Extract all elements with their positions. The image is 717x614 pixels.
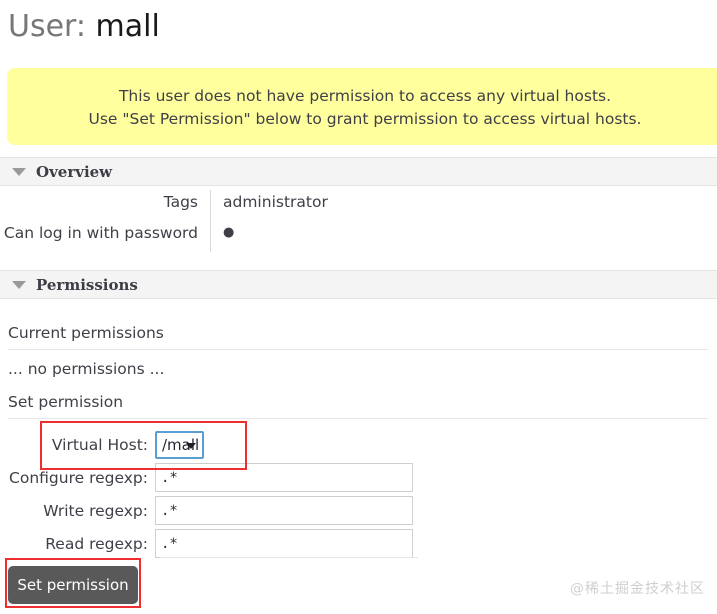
field-row-virtual-host: Virtual Host: /mall: [0, 428, 430, 461]
configure-regexp-input[interactable]: [155, 463, 413, 492]
no-permissions-text: ... no permissions ...: [8, 360, 165, 378]
section-header-overview[interactable]: Overview: [0, 157, 717, 186]
page-title-value: mall: [95, 9, 160, 44]
configure-regexp-label: Configure regexp:: [9, 468, 148, 487]
read-regexp-label: Read regexp:: [45, 534, 148, 553]
section-title-overview: Overview: [36, 162, 113, 181]
overview-key-can-log-in: Can log in with password: [3, 224, 198, 242]
form-bottom-divider: [160, 557, 418, 558]
virtual-host-select-wrap[interactable]: /mall: [155, 430, 204, 459]
page-title-prefix: User:: [8, 9, 86, 44]
chevron-down-icon[interactable]: [12, 167, 26, 176]
field-row-write-regexp: Write regexp:: [0, 494, 430, 527]
page-title: User: mall: [8, 8, 160, 46]
watermark: @稀土掘金技术社区: [570, 581, 705, 597]
section-header-permissions[interactable]: Permissions: [0, 270, 717, 299]
field-row-configure-regexp: Configure regexp:: [0, 461, 430, 494]
write-regexp-input[interactable]: [155, 496, 413, 525]
warning-banner: This user does not have permission to ac…: [7, 68, 717, 145]
field-row-read-regexp: Read regexp:: [0, 527, 430, 560]
warning-line-2: Use "Set Permission" below to grant perm…: [88, 110, 642, 128]
section-title-permissions: Permissions: [36, 275, 138, 294]
read-regexp-input[interactable]: [155, 529, 413, 558]
set-permission-form: Virtual Host: /mall Configure regexp: Wr…: [0, 428, 430, 560]
overview-row-tags: Tags administrator: [0, 190, 460, 221]
overview-key-tags: Tags: [163, 193, 198, 211]
overview-key-value-list: Tags administrator Can log in with passw…: [0, 190, 460, 252]
overview-value-can-log-in: ●: [210, 221, 234, 252]
chevron-down-icon[interactable]: [12, 280, 26, 289]
virtual-host-label: Virtual Host:: [51, 435, 148, 454]
virtual-host-select[interactable]: /mall: [155, 430, 204, 459]
overview-value-tags: administrator: [210, 190, 328, 221]
set-permission-button[interactable]: Set permission: [8, 566, 138, 604]
warning-line-1: This user does not have permission to ac…: [118, 87, 612, 105]
overview-row-can-log-in: Can log in with password ●: [0, 221, 460, 252]
set-permission-label: Set permission: [8, 391, 708, 419]
write-regexp-label: Write regexp:: [43, 501, 148, 520]
current-permissions-label: Current permissions: [8, 322, 708, 350]
